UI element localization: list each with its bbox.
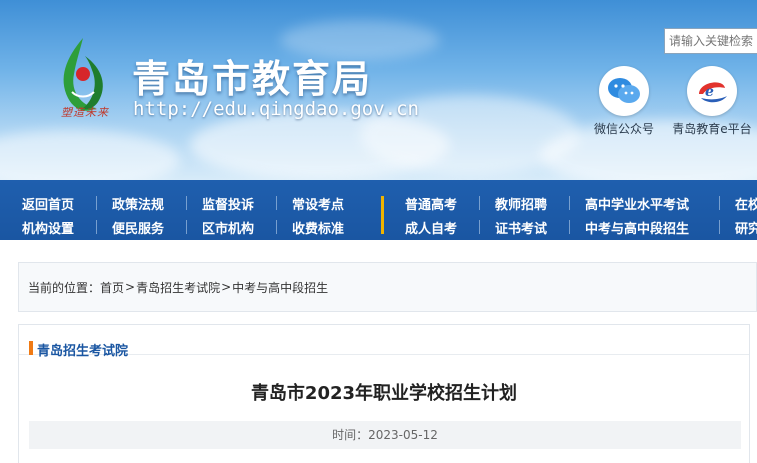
site-url: http://edu.qingdao.gov.cn bbox=[133, 98, 419, 120]
nav-separator bbox=[276, 196, 277, 210]
nav-item-services[interactable]: 便民服务 bbox=[112, 218, 164, 237]
wechat-icon bbox=[599, 66, 649, 116]
section-accent-bar bbox=[29, 341, 33, 355]
site-title[interactable]: 青岛市教育局 bbox=[132, 48, 372, 103]
breadcrumb-separator: > bbox=[125, 280, 136, 294]
main-nav: 返回首页 政策法规 监督投诉 常设考点 普通高考 教师招聘 高中学业水平考试 在… bbox=[0, 180, 757, 240]
nav-separator bbox=[569, 220, 570, 234]
qingdao-e-platform[interactable]: e 青岛教育e平台 bbox=[670, 66, 754, 137]
nav-separator bbox=[276, 220, 277, 234]
article-title: 青岛市2023年职业学校招生计划 bbox=[250, 383, 518, 404]
e-platform-icon: e bbox=[687, 66, 737, 116]
nav-item-more-1[interactable]: 在校 bbox=[735, 194, 757, 213]
breadcrumb-prefix: 当前的位置： bbox=[28, 280, 101, 295]
panel-header: 青岛招生考试院 bbox=[19, 325, 749, 359]
nav-item-adult-exam[interactable]: 成人自考 bbox=[405, 218, 457, 237]
nav-item-complaint[interactable]: 监督投诉 bbox=[202, 194, 254, 213]
e-platform-label: 青岛教育e平台 bbox=[672, 122, 752, 136]
nav-item-more-2[interactable]: 研究 bbox=[735, 218, 757, 237]
nav-separator bbox=[479, 220, 480, 234]
nav-item-academic-test[interactable]: 高中学业水平考试 bbox=[585, 194, 689, 213]
nav-item-gaokao[interactable]: 普通高考 bbox=[405, 194, 457, 213]
nav-separator bbox=[186, 220, 187, 234]
nav-item-zhongkao[interactable]: 中考与高中段招生 bbox=[585, 218, 689, 237]
nav-separator bbox=[186, 196, 187, 210]
cloud-decoration bbox=[0, 130, 180, 180]
nav-separator bbox=[479, 196, 480, 210]
wechat-official-account[interactable]: 微信公众号 bbox=[582, 66, 666, 137]
wechat-label: 微信公众号 bbox=[593, 122, 654, 136]
breadcrumb: 当前的位置： 首页 > 青岛招生考试院 > 中考与高中段招生 bbox=[18, 262, 757, 312]
section-title[interactable]: 青岛招生考试院 bbox=[37, 340, 128, 359]
search-input[interactable] bbox=[664, 28, 757, 54]
article-meta: 时间：2023-05-12 bbox=[29, 421, 741, 449]
nav-separator bbox=[96, 220, 97, 234]
site-header: 塑造未来 青岛市教育局 http://edu.qingdao.gov.cn 微信… bbox=[0, 0, 757, 180]
nav-separator bbox=[96, 196, 97, 210]
nav-group-divider bbox=[381, 196, 384, 234]
nav-item-certificate[interactable]: 证书考试 bbox=[495, 218, 547, 237]
logo-slogan: 塑造未来 bbox=[61, 106, 109, 119]
article-panel: 青岛招生考试院 青岛市2023年职业学校招生计划 时间：2023-05-12 bbox=[18, 324, 750, 463]
nav-separator bbox=[569, 196, 570, 210]
nav-item-teacher-recruit[interactable]: 教师招聘 bbox=[495, 194, 547, 213]
nav-item-home[interactable]: 返回首页 bbox=[22, 194, 74, 213]
nav-item-org[interactable]: 机构设置 bbox=[22, 218, 74, 237]
breadcrumb-home[interactable]: 首页 bbox=[100, 279, 124, 296]
nav-item-exam-sites[interactable]: 常设考点 bbox=[292, 194, 344, 213]
breadcrumb-zhongkao[interactable]: 中考与高中段招生 bbox=[232, 279, 328, 296]
breadcrumb-exam-institute[interactable]: 青岛招生考试院 bbox=[136, 279, 220, 296]
nav-item-policy[interactable]: 政策法规 bbox=[112, 194, 164, 213]
breadcrumb-separator: > bbox=[221, 280, 232, 294]
nav-item-district[interactable]: 区市机构 bbox=[202, 218, 254, 237]
nav-separator bbox=[719, 220, 720, 234]
nav-item-fees[interactable]: 收费标准 bbox=[292, 218, 344, 237]
svg-text:e: e bbox=[705, 84, 714, 100]
nav-separator bbox=[719, 196, 720, 210]
